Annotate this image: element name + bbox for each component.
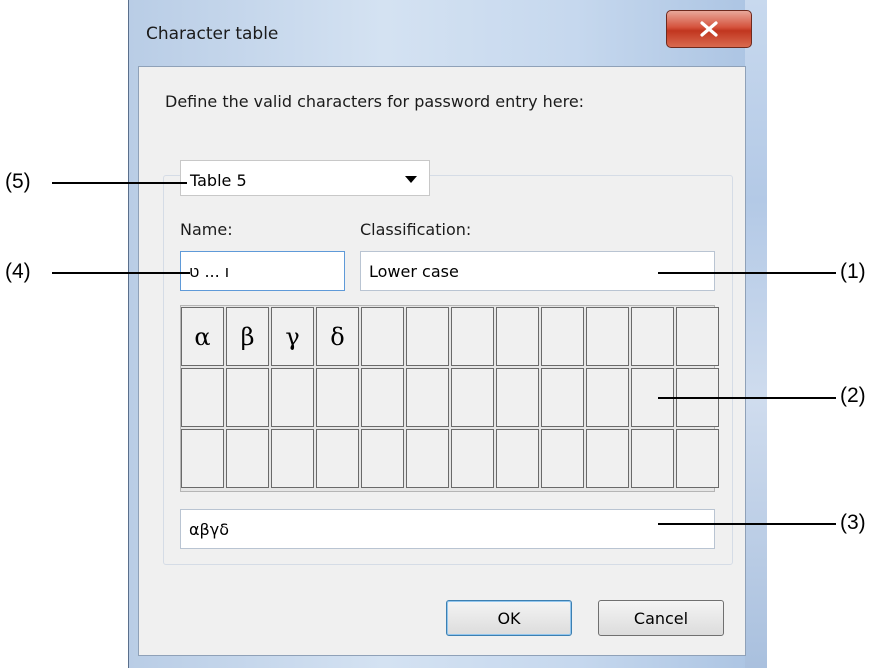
close-button[interactable] <box>666 10 752 48</box>
character-cell[interactable] <box>586 307 629 366</box>
callout-2: (2) <box>840 384 866 407</box>
dialog-title: Character table <box>146 24 279 44</box>
character-cell[interactable] <box>361 368 404 427</box>
character-cell[interactable]: α <box>181 307 224 366</box>
character-cell[interactable] <box>586 368 629 427</box>
ok-button[interactable]: OK <box>446 600 572 636</box>
character-cell[interactable] <box>496 429 539 488</box>
instruction-text: Define the valid characters for password… <box>165 92 585 111</box>
character-cell[interactable] <box>541 307 584 366</box>
character-cell[interactable] <box>631 429 674 488</box>
name-field[interactable]: ו ... ט <box>180 251 345 291</box>
character-cell[interactable] <box>496 307 539 366</box>
callout-4-line <box>52 272 190 274</box>
character-cell[interactable] <box>676 307 719 366</box>
character-cell[interactable] <box>181 368 224 427</box>
callout-2-line <box>658 397 836 399</box>
callout-5: (5) <box>5 170 31 193</box>
character-cell[interactable] <box>361 429 404 488</box>
window-frame-edge <box>745 0 767 668</box>
character-cell[interactable]: γ <box>271 307 314 366</box>
character-cell[interactable] <box>541 429 584 488</box>
character-cell[interactable] <box>406 429 449 488</box>
classification-label: Classification: <box>360 220 472 239</box>
character-cell[interactable] <box>496 368 539 427</box>
name-label: Name: <box>180 220 233 239</box>
character-cell[interactable]: β <box>226 307 269 366</box>
character-cell[interactable] <box>361 307 404 366</box>
character-cell[interactable] <box>226 368 269 427</box>
character-cell[interactable] <box>271 368 314 427</box>
callout-3: (3) <box>840 511 866 534</box>
character-cell[interactable] <box>451 368 494 427</box>
callout-5-line <box>52 182 187 184</box>
classification-field[interactable]: Lower case <box>360 251 715 291</box>
character-cell[interactable] <box>541 368 584 427</box>
character-cell[interactable] <box>181 429 224 488</box>
callout-3-line <box>658 523 836 525</box>
character-cell[interactable] <box>316 429 359 488</box>
character-cell[interactable] <box>586 429 629 488</box>
character-grid: αβγδ <box>181 307 719 488</box>
table-select-value: Table 5 <box>190 171 247 190</box>
character-cell[interactable] <box>226 429 269 488</box>
character-cell[interactable] <box>406 307 449 366</box>
callout-4: (4) <box>5 260 31 283</box>
character-cell[interactable] <box>271 429 314 488</box>
valid-characters-field[interactable]: αβγδ <box>180 509 715 549</box>
close-icon <box>700 21 718 37</box>
callout-1: (1) <box>840 260 866 283</box>
character-cell[interactable] <box>316 368 359 427</box>
callout-1-line <box>658 272 836 274</box>
character-cell[interactable] <box>451 307 494 366</box>
character-cell[interactable] <box>451 429 494 488</box>
character-cell[interactable] <box>406 368 449 427</box>
character-cell[interactable] <box>631 307 674 366</box>
cancel-button[interactable]: Cancel <box>598 600 724 636</box>
character-cell[interactable]: δ <box>316 307 359 366</box>
character-cell[interactable] <box>676 429 719 488</box>
chevron-down-icon[interactable] <box>405 176 417 183</box>
